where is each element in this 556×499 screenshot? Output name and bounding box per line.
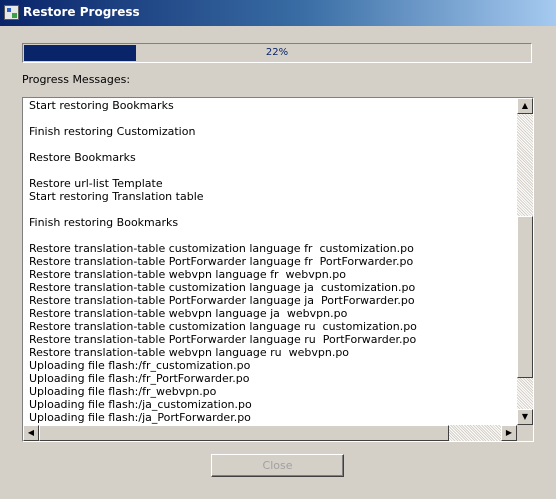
message-line: Uploading file flash:/fr_webvpn.po bbox=[29, 385, 217, 398]
close-button[interactable]: Close bbox=[211, 454, 344, 477]
message-line bbox=[29, 112, 515, 125]
scroll-left-arrow-icon[interactable]: ◀ bbox=[23, 425, 39, 441]
message-line: Restore translation-table webvpn languag… bbox=[29, 346, 350, 359]
message-line: Restore Bookmarks bbox=[29, 151, 136, 164]
horizontal-scroll-thumb[interactable] bbox=[39, 425, 449, 441]
message-line: Finish restoring Bookmarks bbox=[29, 216, 179, 229]
message-line: Restore translation-table PortForwarder … bbox=[29, 333, 417, 346]
window-title: Restore Progress bbox=[23, 5, 140, 19]
message-line: Finish restoring Customization bbox=[29, 125, 196, 138]
message-line bbox=[29, 164, 515, 177]
message-line bbox=[29, 138, 515, 151]
message-line: Start restoring Translation table bbox=[29, 190, 204, 203]
vertical-scroll-thumb[interactable] bbox=[517, 216, 533, 378]
message-line: Restore url-list Template bbox=[29, 177, 163, 190]
message-line: Restore translation-table customization … bbox=[29, 320, 417, 333]
vertical-scrollbar[interactable]: ▲ ▼ bbox=[517, 98, 533, 425]
scroll-up-arrow-icon[interactable]: ▲ bbox=[517, 98, 533, 114]
message-line: Start restoring Bookmarks bbox=[29, 99, 174, 112]
scroll-right-arrow-icon[interactable]: ▶ bbox=[501, 425, 517, 441]
app-icon bbox=[4, 5, 19, 20]
message-line: Uploading file flash:/fr_customization.p… bbox=[29, 359, 251, 372]
message-line: Uploading file flash:/fr_PortForwarder.p… bbox=[29, 372, 250, 385]
message-line: Restore translation-table PortForwarder … bbox=[29, 255, 414, 268]
message-line: Restore translation-table webvpn languag… bbox=[29, 307, 348, 320]
messages-content: Start restoring Bookmarks Finish restorin… bbox=[29, 99, 515, 424]
message-line: Restore translation-table customization … bbox=[29, 281, 416, 294]
title-bar[interactable]: Restore Progress bbox=[0, 0, 556, 26]
progress-percent-label: 22% bbox=[265, 47, 289, 58]
message-line: Uploading file flash:/ja_customization.p… bbox=[29, 398, 252, 411]
horizontal-scrollbar[interactable]: ◀ ▶ bbox=[23, 425, 517, 441]
scrollbar-corner bbox=[517, 425, 533, 441]
message-line: Restore translation-table customization … bbox=[29, 242, 414, 255]
progress-messages-textarea[interactable]: Start restoring Bookmarks Finish restorin… bbox=[22, 97, 534, 442]
message-line: Restore translation-table webvpn languag… bbox=[29, 268, 346, 281]
message-line: Uploading file flash:/ja_PortForwarder.p… bbox=[29, 411, 251, 424]
scroll-down-arrow-icon[interactable]: ▼ bbox=[517, 409, 533, 425]
message-line bbox=[29, 229, 515, 242]
message-line: Restore translation-table PortForwarder … bbox=[29, 294, 415, 307]
message-line bbox=[29, 203, 515, 216]
progress-bar: 22% bbox=[22, 43, 532, 63]
progress-messages-label: Progress Messages: bbox=[22, 73, 131, 86]
